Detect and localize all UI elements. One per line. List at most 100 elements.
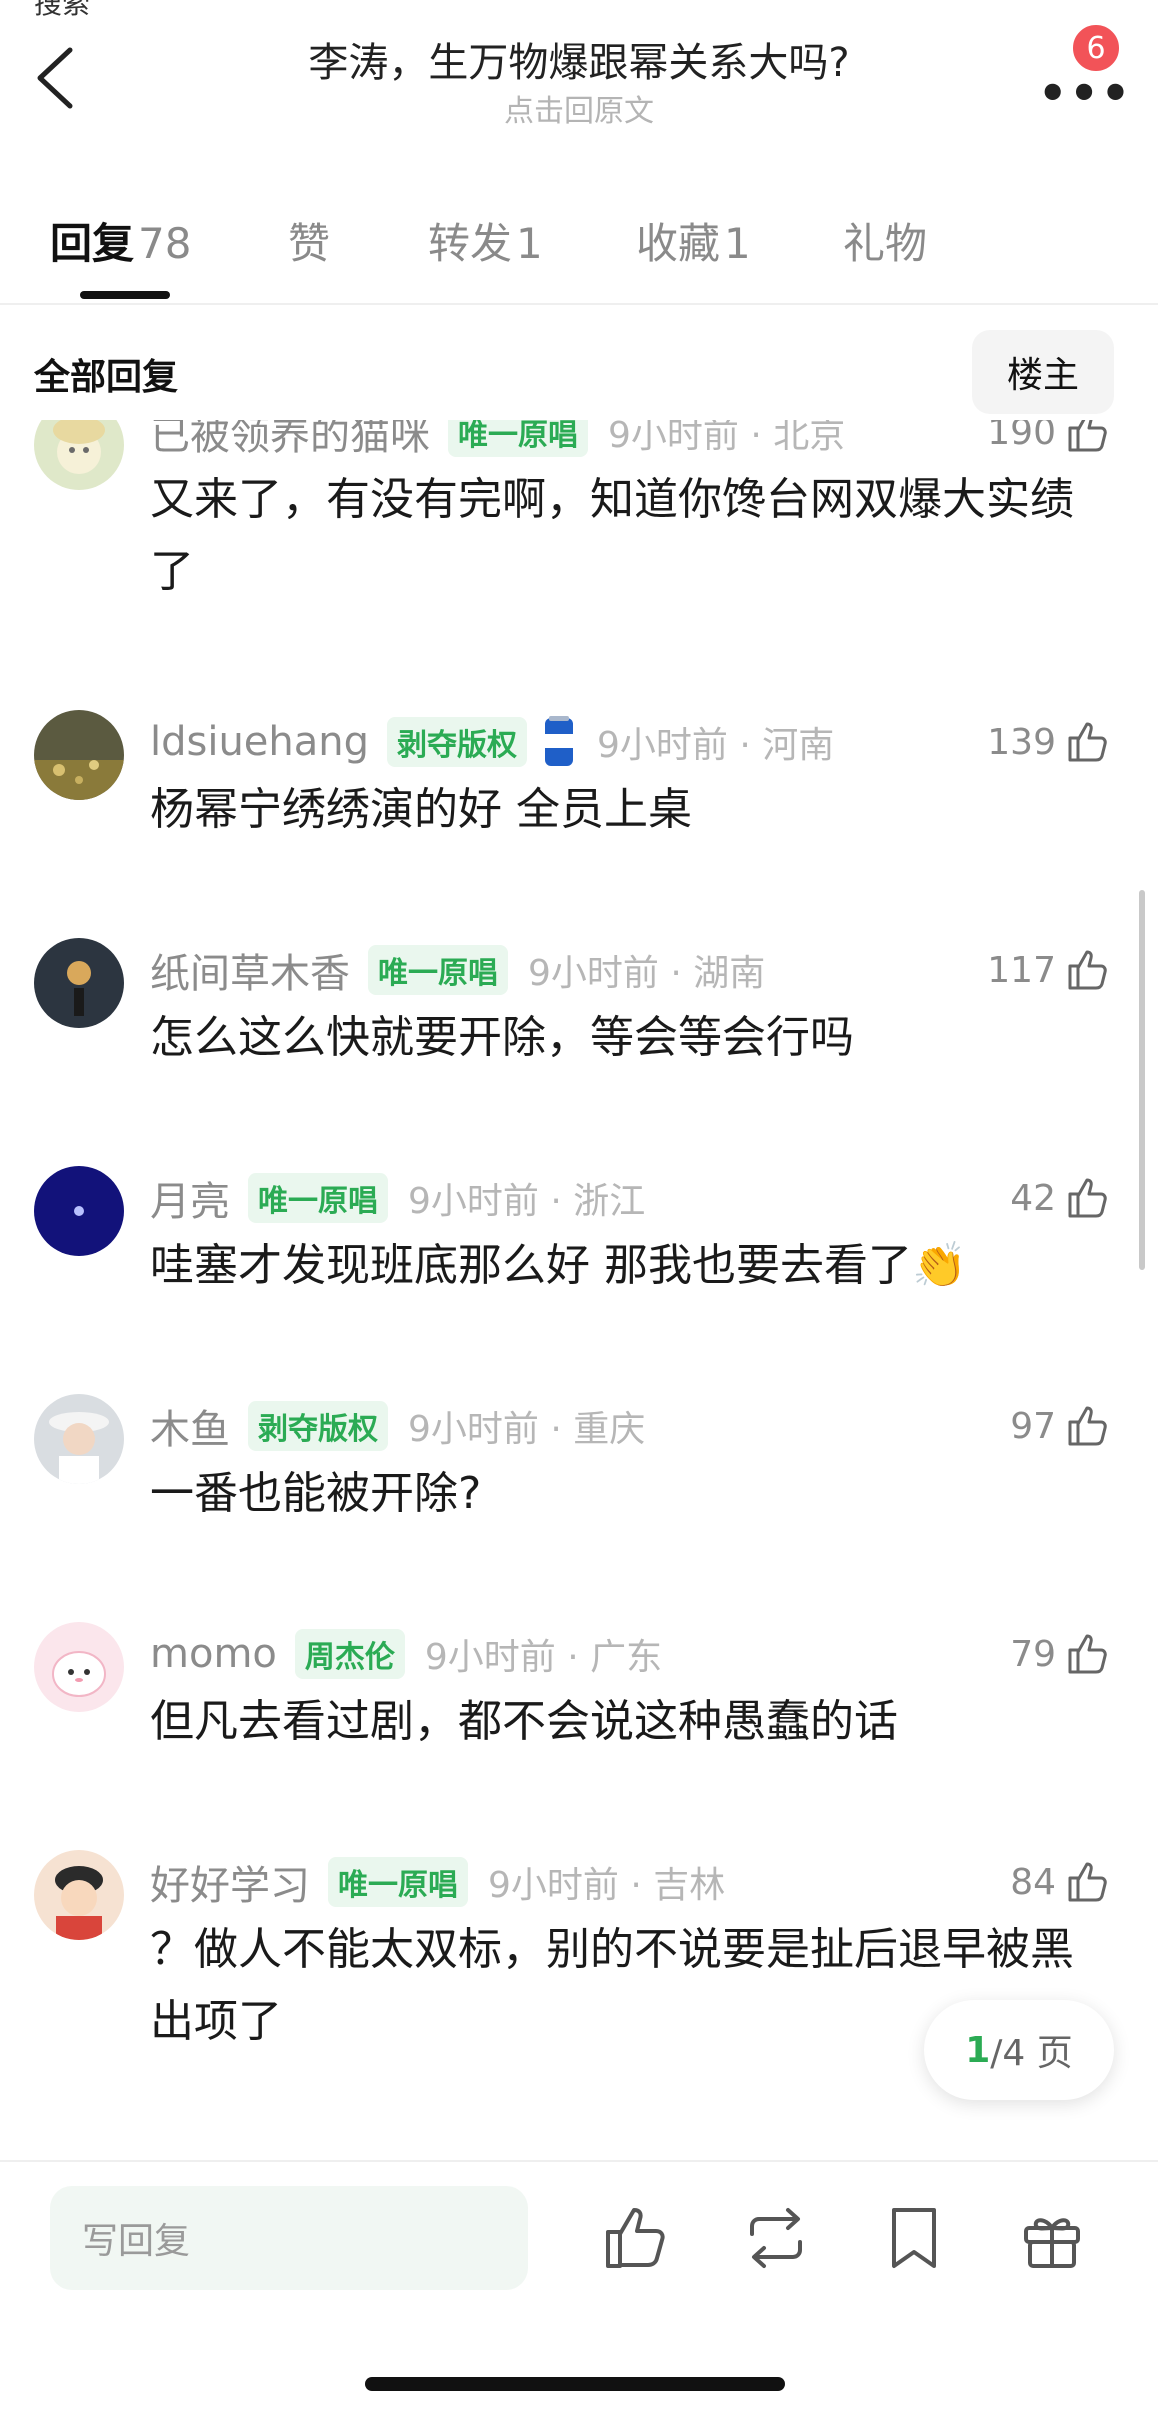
- interaction-tabs: 回复78 赞 转发1 收藏1 礼物: [0, 200, 1158, 305]
- comment-text: 但凡去看过剧，都不会说这种愚蠢的话: [150, 1696, 898, 1747]
- avatar[interactable]: [34, 938, 124, 1028]
- timestamp-location: 9小时前 · 河南: [597, 725, 835, 766]
- comment-text: 又来了，有没有完啊，知道你馋台网双爆大实绩了: [150, 474, 1074, 597]
- active-tab-indicator: [80, 291, 170, 299]
- repost-icon[interactable]: [738, 2200, 814, 2276]
- comment-text: 怎么这么快就要开除，等会等会行吗: [150, 1012, 854, 1063]
- scrollbar[interactable]: [1139, 890, 1145, 1270]
- avatar[interactable]: [34, 1394, 124, 1484]
- comment-meta: 木鱼 剥夺版权 9小时前 · 重庆: [150, 1396, 645, 1456]
- comment-meta: 月亮 唯一原唱 9小时前 · 浙江: [150, 1168, 645, 1228]
- username[interactable]: 已被领养的猫咪: [150, 420, 430, 461]
- timestamp-location: 9小时前 · 吉林: [488, 1865, 726, 1906]
- all-replies-label[interactable]: 全部回复: [34, 348, 178, 400]
- fan-tag-badge: 剥夺版权: [248, 1401, 388, 1451]
- avatar[interactable]: [34, 420, 124, 490]
- comment-list[interactable]: 已被领养的猫咪 唯一原唱 9小时前 · 北京 190 又来了，有没有完啊，知道你…: [0, 420, 1158, 2160]
- fan-tag-badge: 唯一原唱: [248, 1173, 388, 1223]
- comment-item[interactable]: 月亮 唯一原唱 9小时前 · 浙江 42 哇塞才发现班底那么好 那我也要去看了👏: [0, 1166, 1158, 1366]
- username[interactable]: 月亮: [150, 1169, 230, 1227]
- current-page: 1: [965, 2029, 991, 2071]
- comment-item[interactable]: ldsiuehang 剥夺版权 9小时前 · 河南 139 杨幂宁绣绣演的好 全…: [0, 710, 1158, 910]
- thumbs-up-icon: [1068, 1634, 1107, 1674]
- comment-item[interactable]: 纸间草木香 唯一原唱 9小时前 · 湖南 117 怎么这么快就要开除，等会等会行…: [0, 938, 1158, 1138]
- home-indicator[interactable]: [365, 2377, 785, 2391]
- gift-icon[interactable]: [1014, 2200, 1090, 2276]
- comment-meta: ldsiuehang 剥夺版权 9小时前 · 河南: [150, 712, 834, 772]
- drink-can-icon: [545, 716, 574, 766]
- like-count: 84: [1010, 1861, 1056, 1903]
- comment-item[interactable]: 已被领养的猫咪 唯一原唱 9小时前 · 北京 190 又来了，有没有完啊，知道你…: [0, 420, 1158, 600]
- tab-count: 1: [724, 219, 751, 268]
- notification-badge: 6: [1070, 22, 1122, 74]
- like-button[interactable]: 139: [987, 712, 1112, 772]
- avatar[interactable]: [34, 1850, 124, 1940]
- timestamp-location: 9小时前 · 湖南: [528, 953, 766, 994]
- username[interactable]: 好好学习: [150, 1853, 310, 1911]
- username[interactable]: 纸间草木香: [150, 941, 350, 999]
- thumbs-up-icon: [1068, 420, 1107, 452]
- thumbs-up-icon: [1068, 722, 1107, 762]
- like-button[interactable]: 117: [987, 940, 1112, 1000]
- owner-only-button[interactable]: 楼主: [972, 330, 1114, 414]
- thumbs-up-icon: [1068, 1406, 1107, 1446]
- tab-label: 赞: [288, 219, 331, 268]
- tab-gifts[interactable]: 礼物: [843, 210, 927, 271]
- tab-reposts[interactable]: 转发1: [428, 210, 543, 271]
- timestamp-location: 9小时前 · 广东: [424, 1637, 663, 1678]
- like-count: 79: [1010, 1633, 1056, 1675]
- fan-tag-badge: 周杰伦: [294, 1629, 405, 1679]
- comment-meta: 已被领养的猫咪 唯一原唱 9小时前 · 北京: [150, 420, 845, 462]
- fan-tag-badge: 唯一原唱: [448, 420, 588, 457]
- comment-meta: momo 周杰伦 9小时前 · 广东: [150, 1624, 662, 1684]
- like-count: 117: [987, 949, 1056, 991]
- thumbs-up-icon: [1068, 950, 1107, 990]
- like-button[interactable]: 79: [1010, 1624, 1112, 1684]
- reply-filter-row: 全部回复 楼主: [0, 330, 1158, 420]
- tab-label: 收藏: [636, 219, 721, 268]
- comment-meta: 好好学习 唯一原唱 9小时前 · 吉林: [150, 1852, 725, 1912]
- page-indicator[interactable]: 1/4 页: [924, 2000, 1114, 2100]
- like-count: 97: [1010, 1405, 1056, 1447]
- tab-replies[interactable]: 回复78: [50, 210, 191, 271]
- fan-tag-badge: 唯一原唱: [328, 1857, 468, 1907]
- reply-input[interactable]: 写回复: [50, 2186, 528, 2290]
- tab-label: 礼物: [843, 219, 928, 268]
- username[interactable]: momo: [150, 1631, 277, 1677]
- avatar[interactable]: [34, 1166, 124, 1256]
- comment-item[interactable]: momo 周杰伦 9小时前 · 广东 79 但凡去看过剧，都不会说这种愚蠢的话: [0, 1622, 1158, 1822]
- comment-text: 哇塞才发现班底那么好 那我也要去看了👏: [150, 1240, 967, 1291]
- tab-favorites[interactable]: 收藏1: [636, 210, 751, 271]
- comment-text: 一番也能被开除?: [150, 1468, 482, 1519]
- total-pages: /4 页: [990, 2033, 1073, 2074]
- thumbs-up-icon: [1068, 1178, 1107, 1218]
- timestamp-location: 9小时前 · 浙江: [408, 1181, 646, 1222]
- like-count: 190: [987, 420, 1056, 453]
- thumbs-up-icon: [1068, 1862, 1107, 1902]
- thumbs-up-icon[interactable]: [598, 2200, 674, 2276]
- like-button[interactable]: 190: [987, 420, 1112, 462]
- timestamp-location: 9小时前 · 重庆: [408, 1409, 646, 1450]
- tab-label: 转发: [428, 219, 513, 268]
- like-button[interactable]: 97: [1010, 1396, 1112, 1456]
- bookmark-icon[interactable]: [876, 2200, 952, 2276]
- back-to-original-link[interactable]: 点击回原文: [0, 86, 1158, 130]
- tab-label: 回复: [50, 219, 135, 268]
- post-title[interactable]: 李涛，生万物爆跟幂关系大吗?: [0, 30, 1158, 88]
- more-options-button[interactable]: ••• 6: [1030, 22, 1130, 116]
- username[interactable]: ldsiuehang: [150, 719, 369, 765]
- avatar[interactable]: [34, 1622, 124, 1712]
- tab-count: 1: [516, 219, 543, 268]
- fan-tag-badge: 剥夺版权: [387, 717, 528, 767]
- like-count: 139: [987, 721, 1056, 763]
- comment-item[interactable]: 木鱼 剥夺版权 9小时前 · 重庆 97 一番也能被开除?: [0, 1394, 1158, 1594]
- like-button[interactable]: 42: [1010, 1168, 1112, 1228]
- tab-count: 78: [138, 219, 192, 268]
- avatar[interactable]: [34, 710, 124, 800]
- like-button[interactable]: 84: [1010, 1852, 1112, 1912]
- timestamp-location: 9小时前 · 北京: [608, 420, 846, 456]
- comment-text: 杨幂宁绣绣演的好 全员上桌: [150, 784, 692, 835]
- tab-likes[interactable]: 赞: [288, 210, 330, 271]
- username[interactable]: 木鱼: [150, 1397, 230, 1455]
- top-navigation-bar: 李涛，生万物爆跟幂关系大吗? 点击回原文 ••• 6: [0, 0, 1158, 150]
